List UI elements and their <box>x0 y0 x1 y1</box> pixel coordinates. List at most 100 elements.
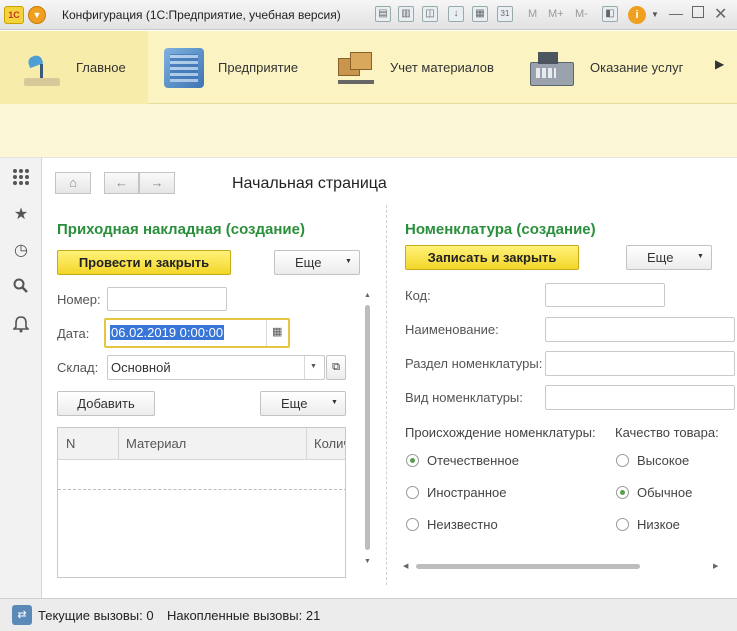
receipt-more-button[interactable]: Еще ▼ <box>274 250 360 275</box>
table-row-separator <box>58 489 345 490</box>
section-field[interactable] <box>545 351 735 376</box>
sections-scroll-right-icon[interactable]: ▶ <box>715 57 724 71</box>
apps-grid-icon[interactable] <box>11 168 31 188</box>
quality-title: Качество товара: <box>615 425 719 440</box>
page-title: Начальная страница <box>232 175 387 192</box>
close-icon[interactable]: ✕ <box>714 4 727 24</box>
cash-register-icon <box>528 48 576 88</box>
memory-minus-button[interactable]: M- <box>575 8 588 20</box>
more-label: Еще <box>295 255 322 270</box>
section-label: Оказание услуг <box>590 60 684 75</box>
dropdown-arrow-icon[interactable]: ▼ <box>310 363 317 370</box>
forward-button[interactable]: → <box>139 172 175 194</box>
radio-label: Высокое <box>637 453 690 468</box>
section-label: Учет материалов <box>390 60 494 75</box>
section-services[interactable]: Оказание услуг <box>528 31 698 104</box>
search-icon[interactable] <box>11 278 31 298</box>
table-header: N Материал Колич <box>58 428 345 460</box>
status-bar: ⇄ Текущие вызовы: 0 Накопленные вызовы: … <box>0 598 737 631</box>
table-more-button[interactable]: Еще ▼ <box>260 391 346 416</box>
section-label: Предприятие <box>218 60 299 75</box>
section-main[interactable]: Главное <box>0 31 148 104</box>
building-icon <box>164 47 204 88</box>
history-icon[interactable]: ◷ <box>11 241 31 261</box>
number-field[interactable] <box>107 287 227 311</box>
post-and-close-button[interactable]: Провести и закрыть <box>57 250 231 275</box>
code-label: Код: <box>405 288 431 303</box>
left-form-scrollbar[interactable] <box>365 305 370 550</box>
add-row-button[interactable]: Добавить <box>57 391 155 416</box>
more-label: Еще <box>281 396 308 411</box>
current-calls: Текущие вызовы: 0 <box>38 608 154 623</box>
left-toolbar: ★ ◷ <box>0 158 42 598</box>
calendar-icon[interactable]: ▦ <box>272 325 282 338</box>
receipt-form-title: Приходная накладная (создание) <box>57 221 305 238</box>
calculator-icon[interactable]: ▦ <box>472 6 488 22</box>
scroll-left-icon[interactable]: ◀ <box>403 562 408 570</box>
quality-low-radio[interactable] <box>616 518 629 531</box>
accumulated-calls: Накопленные вызовы: 21 <box>167 608 321 623</box>
maximize-icon[interactable] <box>692 6 704 18</box>
section-materials[interactable]: Учет материалов <box>336 31 506 104</box>
radio-label: Обычное <box>637 485 693 500</box>
save-and-close-button[interactable]: Записать и закрыть <box>405 245 579 270</box>
code-field[interactable] <box>545 283 665 307</box>
boxes-cart-icon <box>336 48 376 88</box>
column-header-n[interactable]: N <box>66 436 75 451</box>
scroll-right-icon[interactable]: ▶ <box>713 562 718 570</box>
info-icon[interactable]: i <box>628 6 646 24</box>
origin-title: Происхождение номенклатуры: <box>405 425 596 440</box>
column-header-quantity[interactable]: Колич <box>314 436 345 451</box>
home-button[interactable]: ⌂ <box>55 172 91 194</box>
origin-foreign-radio[interactable] <box>406 486 419 499</box>
number-label: Номер: <box>57 292 101 307</box>
save-icon[interactable]: ▤ <box>375 6 391 22</box>
materials-table[interactable]: N Материал Колич <box>57 427 346 578</box>
date-field[interactable]: 06.02.2019 0:00:00 ▦ <box>104 318 290 348</box>
quality-normal-radio[interactable] <box>616 486 629 499</box>
star-icon[interactable]: ★ <box>11 205 31 225</box>
title-bar: 1С ▼ Конфигурация (1С:Предприятие, учебн… <box>0 0 737 30</box>
warehouse-field[interactable]: Основной ▼ <box>107 355 325 380</box>
radio-label: Неизвестно <box>427 517 498 532</box>
print-icon[interactable]: ▥ <box>398 6 414 22</box>
quality-high-radio[interactable] <box>616 454 629 467</box>
kind-field[interactable] <box>545 385 735 410</box>
info-dropdown-icon[interactable]: ▼ <box>651 10 659 19</box>
date-value: 06.02.2019 0:00:00 <box>110 325 225 340</box>
download-icon[interactable]: ↓ <box>448 6 464 22</box>
memory-plus-button[interactable]: M+ <box>548 8 564 20</box>
calendar-icon[interactable]: 31 <box>497 6 513 22</box>
minimize-icon[interactable]: — <box>669 5 683 21</box>
column-header-material[interactable]: Материал <box>126 436 186 451</box>
section-label: Раздел номенклатуры: <box>405 356 543 371</box>
section-enterprise[interactable]: Предприятие <box>164 31 314 104</box>
functions-panel <box>0 104 737 158</box>
origin-domestic-radio[interactable] <box>406 454 419 467</box>
back-button[interactable]: ← <box>104 172 139 194</box>
memory-button[interactable]: M <box>528 8 537 20</box>
scroll-down-icon[interactable]: ▼ <box>364 558 371 565</box>
kind-label: Вид номенклатуры: <box>405 390 523 405</box>
nomenclature-more-button[interactable]: Еще ▼ <box>626 245 712 270</box>
nomenclature-form-title: Номенклатура (создание) <box>405 221 596 238</box>
bell-icon[interactable] <box>11 315 31 335</box>
window-title: Конфигурация (1С:Предприятие, учебная ве… <box>62 8 341 22</box>
open-warehouse-button[interactable]: ⧉ <box>326 355 346 380</box>
dropdown-arrow-icon: ▼ <box>345 258 352 265</box>
right-form-hscrollbar[interactable] <box>416 564 640 569</box>
sections-panel: Главное Предприятие Учет материалов Оказ… <box>0 31 737 104</box>
section-label: Главное <box>76 60 126 75</box>
desk-lamp-icon <box>22 48 62 88</box>
date-label: Дата: <box>57 326 90 341</box>
main-menu-button[interactable]: ▼ <box>28 6 46 24</box>
forms-divider <box>386 205 387 585</box>
app-logo-icon: 1С <box>4 6 24 24</box>
radio-label: Низкое <box>637 517 680 532</box>
server-calls-icon[interactable]: ⇄ <box>12 605 32 625</box>
name-field[interactable] <box>545 317 735 342</box>
panels-icon[interactable]: ◧ <box>602 6 618 22</box>
scroll-up-icon[interactable]: ▲ <box>364 292 371 299</box>
print-preview-icon[interactable]: ◫ <box>422 6 438 22</box>
origin-unknown-radio[interactable] <box>406 518 419 531</box>
